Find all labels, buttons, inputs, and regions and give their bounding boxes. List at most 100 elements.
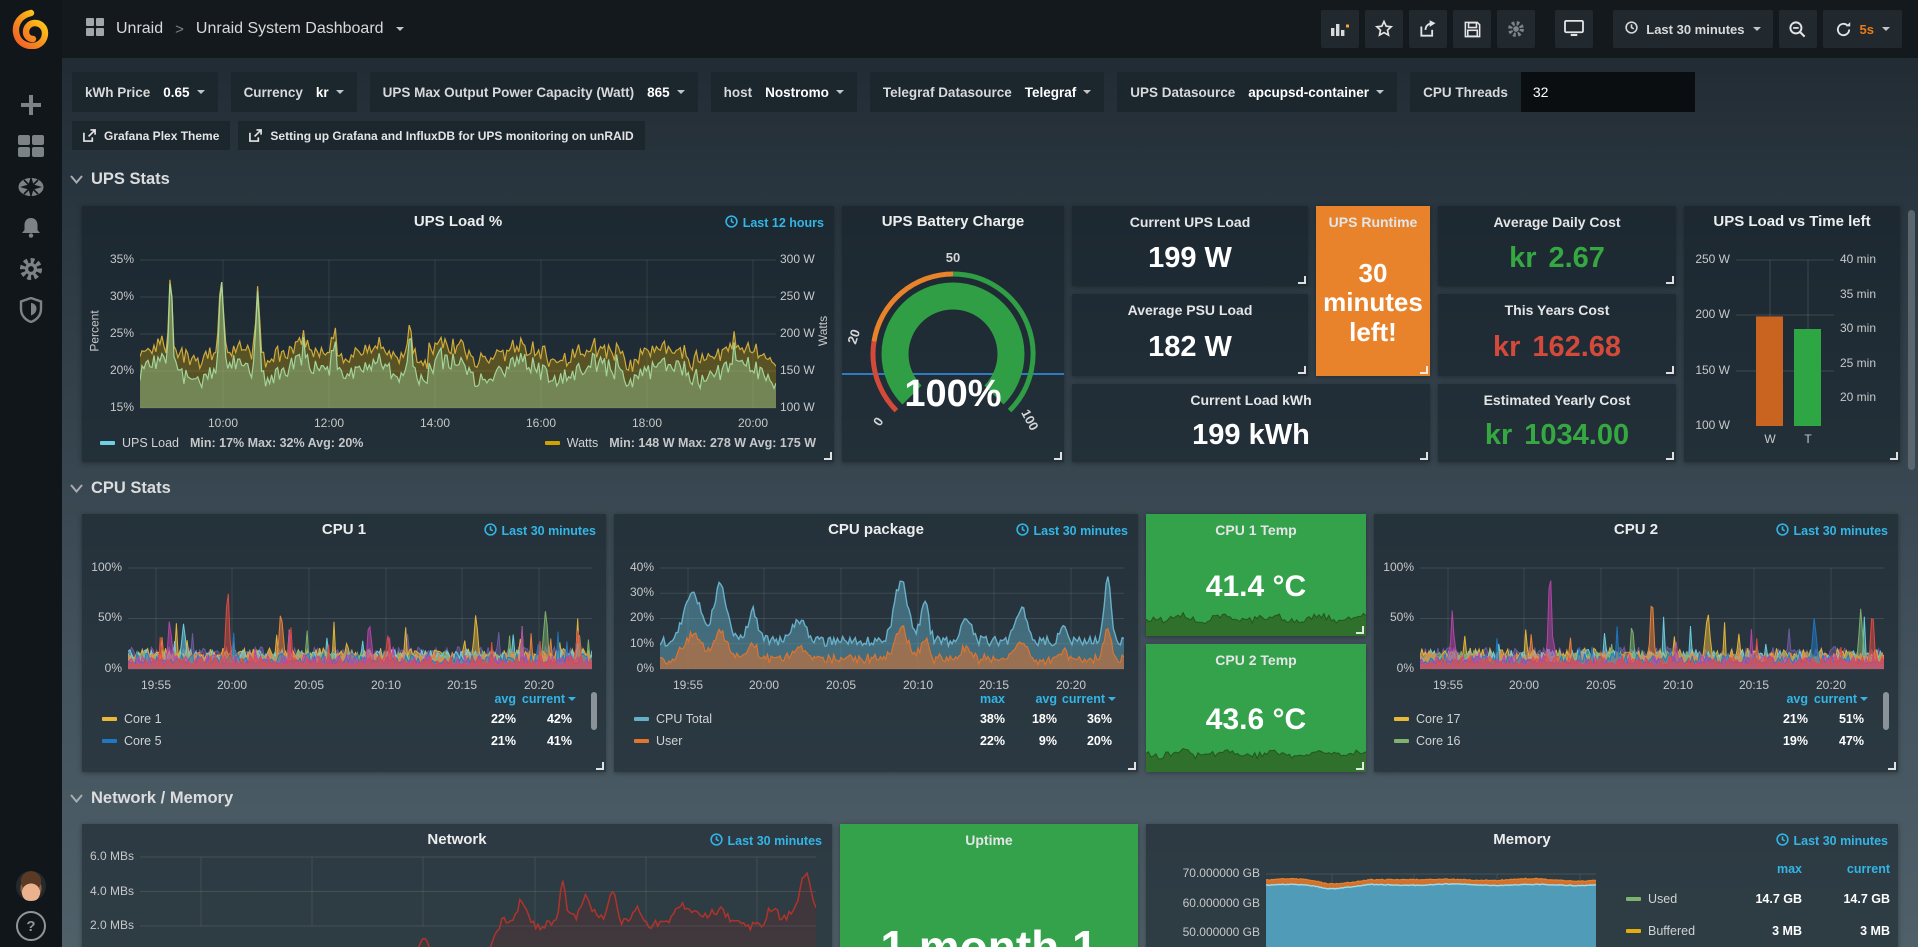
variable-value[interactable]: 0.65 — [163, 85, 189, 100]
navbar-actions: Last 30 minutes 5s — [1321, 10, 1902, 48]
sort-caret-icon — [568, 697, 576, 701]
legend-header-avg[interactable]: avg — [1758, 692, 1808, 706]
stat-title[interactable]: Estimated Yearly Cost — [1484, 392, 1631, 408]
section-cpu-stats[interactable]: CPU Stats — [70, 479, 171, 498]
dashboard-dropdown-caret[interactable] — [396, 27, 404, 31]
stat-title[interactable]: This Years Cost — [1505, 302, 1610, 318]
variable-telegraf-datasource[interactable]: Telegraf Datasource Telegraf — [870, 72, 1104, 112]
variable-value[interactable]: apcupsd-container — [1248, 85, 1369, 100]
variable-kwh-price[interactable]: kWh Price 0.65 — [72, 72, 218, 112]
cpu2-chart[interactable] — [1420, 558, 1884, 676]
cycle-view-button[interactable] — [1555, 10, 1593, 48]
page-scrollbar-thumb[interactable] — [1908, 210, 1915, 470]
panel-time-range-link[interactable]: Last 30 minutes — [1776, 523, 1888, 539]
panel-time-range-link[interactable]: Last 30 minutes — [484, 523, 596, 539]
dashboard-settings-button[interactable] — [1497, 10, 1535, 48]
legend-series-name[interactable]: Used — [1648, 892, 1677, 906]
panel-title[interactable]: UPS Load % — [122, 213, 794, 230]
configuration-gear-icon[interactable] — [1, 249, 61, 289]
battery-gauge-chart[interactable]: 0 20 50 100 100% — [842, 206, 1064, 462]
cpu-package-chart[interactable] — [660, 558, 1124, 676]
legend-scrollbar[interactable] — [591, 692, 597, 730]
legend-header-current[interactable]: current — [516, 692, 576, 706]
stat-title[interactable]: Current Load kWh — [1190, 392, 1311, 408]
variable-value[interactable]: 865 — [647, 85, 670, 100]
sort-caret-icon — [1860, 697, 1868, 701]
panel-time-range-link[interactable]: Last 12 hours — [725, 215, 824, 231]
legend-series-name[interactable]: Core 16 — [1416, 734, 1460, 748]
panel-title[interactable]: Memory — [1186, 831, 1858, 848]
legend-header-max[interactable]: max — [1752, 862, 1802, 876]
link-label: Setting up Grafana and InfluxDB for UPS … — [270, 129, 633, 143]
help-icon[interactable]: ? — [16, 911, 46, 941]
cpu1-chart[interactable] — [128, 558, 592, 676]
clock-icon — [484, 523, 497, 539]
section-network-memory[interactable]: Network / Memory — [70, 789, 233, 808]
legend-series-name[interactable]: User — [656, 734, 682, 748]
stat-title[interactable]: CPU 2 Temp — [1215, 652, 1296, 668]
legend-series-name[interactable]: Buffered — [1648, 924, 1695, 938]
time-range-picker[interactable]: Last 30 minutes — [1613, 10, 1772, 48]
panel-title[interactable]: Network — [122, 831, 792, 848]
legend-series-name[interactable]: Core 1 — [124, 712, 162, 726]
apps-grid-icon[interactable] — [86, 18, 104, 41]
variable-currency[interactable]: Currency kr — [231, 72, 357, 112]
legend-series-name[interactable]: CPU Total — [656, 712, 712, 726]
add-panel-button[interactable] — [1321, 10, 1359, 48]
stat-title[interactable]: UPS Runtime — [1329, 214, 1418, 230]
ups-load-chart[interactable] — [140, 250, 776, 412]
share-button[interactable] — [1409, 10, 1447, 48]
refresh-interval-label[interactable]: 5s — [1860, 22, 1874, 37]
variable-value[interactable]: Nostromo — [765, 85, 829, 100]
legend-header-avg[interactable]: avg — [1013, 692, 1057, 706]
legend-header-avg[interactable]: avg — [466, 692, 516, 706]
stat-title[interactable]: Uptime — [965, 832, 1012, 848]
legend-header-current[interactable]: current — [1056, 692, 1116, 706]
grafana-logo-icon[interactable] — [11, 9, 51, 49]
axis-tick-label: 70.000000 GB — [1166, 866, 1260, 881]
breadcrumb-root[interactable]: Unraid — [116, 20, 163, 38]
panel-time-range-link[interactable]: Last 30 minutes — [1776, 833, 1888, 849]
panel-title[interactable]: UPS Battery Charge — [852, 213, 1054, 230]
zoom-out-button[interactable] — [1779, 10, 1817, 48]
legend-swatch — [545, 441, 560, 445]
stat-title[interactable]: Average Daily Cost — [1493, 214, 1620, 230]
link-grafana-plex-theme[interactable]: Grafana Plex Theme — [72, 121, 230, 150]
legend-series-name[interactable]: UPS Load — [122, 436, 179, 450]
server-admin-shield-icon[interactable] — [1, 290, 61, 330]
legend-scrollbar[interactable] — [1883, 692, 1889, 730]
variable-value[interactable]: kr — [316, 85, 329, 100]
stat-title[interactable]: Current UPS Load — [1130, 214, 1251, 230]
legend-series-name[interactable]: Watts — [567, 436, 598, 450]
legend-header-max[interactable]: max — [955, 692, 1005, 706]
legend-series-name[interactable]: Core 17 — [1416, 712, 1460, 726]
legend-header-current[interactable]: current — [1830, 862, 1890, 876]
create-icon[interactable] — [1, 85, 61, 125]
variable-host[interactable]: host Nostromo — [711, 72, 857, 112]
variable-ups-datasource[interactable]: UPS Datasource apcupsd-container — [1117, 72, 1397, 112]
panel-time-range-link[interactable]: Last 30 minutes — [1016, 523, 1128, 539]
section-ups-stats[interactable]: UPS Stats — [70, 170, 170, 189]
dashboards-icon[interactable] — [1, 126, 61, 166]
breadcrumb-current[interactable]: Unraid System Dashboard — [196, 20, 384, 38]
cpu-threads-input[interactable] — [1521, 72, 1695, 112]
explore-compass-icon[interactable] — [1, 167, 61, 207]
panel-time-range-link[interactable]: Last 30 minutes — [710, 833, 822, 849]
stat-value: 182 W — [1148, 318, 1232, 376]
variable-ups-max-output[interactable]: UPS Max Output Power Capacity (Watt) 865 — [370, 72, 698, 112]
legend-series-name[interactable]: Core 5 — [124, 734, 162, 748]
stat-title[interactable]: CPU 1 Temp — [1215, 522, 1296, 538]
network-chart[interactable] — [140, 848, 816, 947]
caret-down-icon[interactable] — [1882, 27, 1890, 31]
alerting-bell-icon[interactable] — [1, 208, 61, 248]
variable-value[interactable]: Telegraf — [1025, 85, 1077, 100]
link-ups-monitoring-guide[interactable]: Setting up Grafana and InfluxDB for UPS … — [238, 121, 644, 150]
memory-chart[interactable] — [1266, 860, 1596, 947]
panel-title[interactable]: UPS Load vs Time left — [1690, 213, 1894, 230]
stat-title[interactable]: Average PSU Load — [1128, 302, 1253, 318]
user-avatar[interactable] — [16, 871, 46, 901]
refresh-button[interactable]: 5s — [1823, 10, 1902, 48]
save-button[interactable] — [1453, 10, 1491, 48]
legend-header-current[interactable]: current — [1808, 692, 1868, 706]
star-button[interactable] — [1365, 10, 1403, 48]
